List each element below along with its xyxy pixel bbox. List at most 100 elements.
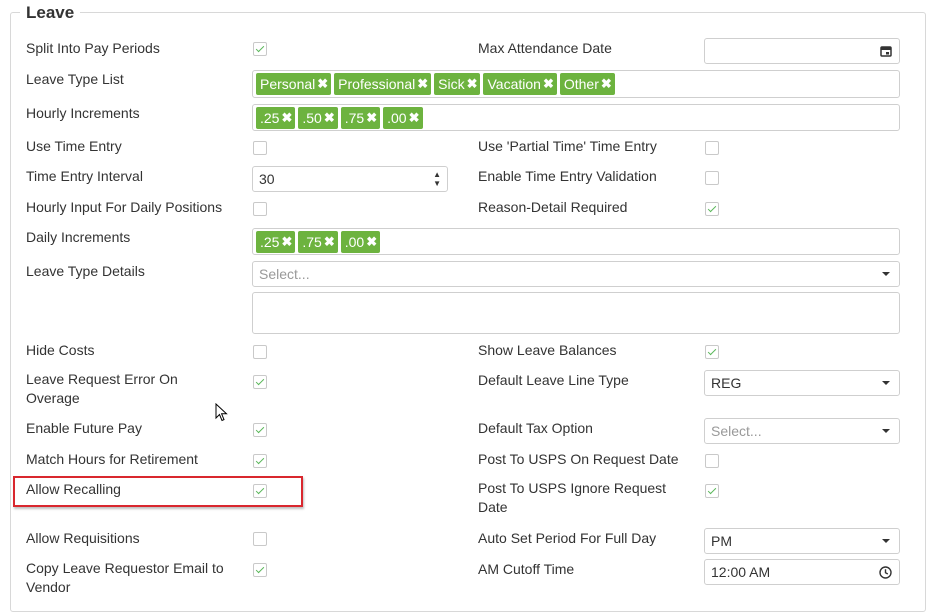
x-icon[interactable]: ✖ (409, 107, 420, 129)
post-usps-on-request-checkbox[interactable] (705, 454, 719, 468)
default-tax-option-placeholder: Select... (711, 423, 762, 439)
leave-type-tag-label: Vacation (487, 76, 541, 92)
auto-set-period-value: PM (711, 533, 732, 549)
spinner-icon[interactable]: ▲ ▼ (433, 170, 441, 188)
hide-costs-checkbox[interactable] (253, 345, 267, 359)
x-icon[interactable]: ✖ (281, 231, 292, 253)
post-usps-ignore-checkbox[interactable] (705, 484, 719, 498)
leave-type-tag-label: Sick (438, 76, 465, 92)
x-icon[interactable]: ✖ (467, 73, 478, 95)
copy-email-line2: Vendor (26, 579, 71, 595)
x-icon[interactable]: ✖ (281, 107, 292, 129)
enable-future-pay-label: Enable Future Pay (26, 420, 142, 436)
use-partial-time-label: Use 'Partial Time' Time Entry (478, 138, 657, 154)
show-leave-balances-checkbox[interactable] (705, 345, 719, 359)
leave-type-details-textarea[interactable] (252, 292, 900, 334)
highlight-box (13, 476, 303, 507)
hourly-increment-tag-label: .00 (387, 109, 407, 126)
post-usps-ignore-line2: Date (478, 499, 508, 515)
time-entry-interval-input[interactable]: 30 ▲ ▼ (252, 166, 448, 192)
leave-type-tag: Professional ✖ (334, 73, 432, 95)
x-icon[interactable]: ✖ (366, 107, 377, 129)
split-pay-periods-label: Split Into Pay Periods (26, 40, 160, 56)
default-tax-option-label: Default Tax Option (478, 420, 593, 436)
hourly-increment-tag-label: .75 (344, 109, 365, 126)
am-cutoff-time-input[interactable]: 12:00 AM (704, 559, 900, 585)
x-icon[interactable]: ✖ (324, 231, 335, 253)
caret-down-icon (882, 272, 890, 276)
max-attendance-date-input[interactable] (704, 38, 900, 64)
use-partial-time-checkbox[interactable] (705, 141, 719, 155)
daily-increments-label: Daily Increments (26, 229, 131, 245)
leave-type-tag-label: Personal (260, 76, 316, 92)
x-icon[interactable]: ✖ (601, 73, 612, 95)
caret-down-icon (882, 429, 890, 433)
max-attendance-date-label: Max Attendance Date (478, 40, 612, 56)
x-icon[interactable]: ✖ (417, 73, 428, 95)
reason-detail-label: Reason-Detail Required (478, 199, 628, 215)
default-leave-line-type-select[interactable]: REG (704, 370, 900, 396)
use-time-entry-label: Use Time Entry (26, 138, 122, 154)
leave-type-tag: Vacation ✖ (483, 73, 557, 95)
mouse-cursor-icon (215, 403, 228, 422)
hourly-increment-tag-label: .50 (302, 109, 322, 126)
hourly-increments-input[interactable]: .25 ✖ .50 ✖ .75 ✖ .00 ✖ (252, 104, 900, 131)
hourly-increment-tag: .25 ✖ (256, 106, 296, 129)
hide-costs-label: Hide Costs (26, 342, 95, 358)
leave-request-error-line2: Overage (26, 390, 80, 406)
clock-icon[interactable] (879, 566, 892, 579)
leave-request-error-label: Leave Request Error On Overage (26, 370, 178, 408)
hourly-input-daily-checkbox[interactable] (253, 202, 267, 216)
leave-type-details-placeholder: Select... (259, 266, 310, 282)
post-usps-ignore-label: Post To USPS Ignore Request Date (478, 479, 666, 517)
time-entry-interval-value: 30 (259, 171, 275, 187)
match-hours-retirement-label: Match Hours for Retirement (26, 451, 198, 467)
reason-detail-checkbox[interactable] (705, 202, 719, 216)
leave-type-list-input[interactable]: Personal ✖ Professional ✖ Sick ✖ Vacation ✖ Othe… (252, 70, 900, 98)
allow-requisitions-label: Allow Requisitions (26, 530, 140, 546)
use-time-entry-checkbox[interactable] (253, 141, 267, 155)
x-icon[interactable]: ✖ (543, 73, 554, 95)
leave-type-details-label: Leave Type Details (26, 263, 145, 279)
daily-increment-tag-label: .25 (260, 233, 280, 250)
default-tax-option-select[interactable]: Select... (704, 418, 900, 444)
auto-set-period-select[interactable]: PM (704, 528, 900, 554)
allow-requisitions-checkbox[interactable] (253, 532, 267, 546)
enable-validation-checkbox[interactable] (705, 171, 719, 185)
enable-validation-label: Enable Time Entry Validation (478, 168, 657, 184)
leave-type-details-select[interactable]: Select... (252, 261, 900, 287)
copy-email-label: Copy Leave Requestor Email to Vendor (26, 559, 224, 597)
default-leave-line-type-value: REG (711, 375, 742, 391)
hourly-increments-label: Hourly Increments (26, 105, 140, 121)
copy-email-checkbox[interactable] (253, 563, 267, 577)
copy-email-line1: Copy Leave Requestor Email to (26, 560, 224, 576)
x-icon[interactable]: ✖ (324, 107, 335, 129)
daily-increments-input[interactable]: .25 ✖ .75 ✖ .00 ✖ (252, 228, 900, 255)
default-leave-line-type-label: Default Leave Line Type (478, 372, 629, 388)
leave-type-tag: Personal ✖ (256, 73, 332, 95)
leave-request-error-checkbox[interactable] (253, 375, 267, 389)
x-icon[interactable]: ✖ (366, 231, 377, 253)
split-pay-periods-checkbox[interactable] (253, 42, 267, 56)
leave-type-tag: Other ✖ (559, 73, 615, 95)
caret-down-icon (882, 539, 890, 543)
calendar-icon[interactable] (880, 45, 892, 57)
section-title: Leave (20, 3, 81, 23)
hourly-input-daily-label: Hourly Input For Daily Positions (26, 199, 223, 215)
am-cutoff-time-value: 12:00 AM (711, 564, 771, 580)
leave-type-tag-label: Other (563, 76, 599, 92)
time-entry-interval-label: Time Entry Interval (26, 168, 143, 184)
caret-down-icon (882, 381, 890, 385)
enable-future-pay-checkbox[interactable] (253, 423, 267, 437)
hourly-increment-tag: .50 ✖ (298, 106, 338, 129)
daily-increment-tag: .00 ✖ (340, 230, 381, 253)
match-hours-retirement-checkbox[interactable] (253, 454, 267, 468)
hourly-increment-tag: .00 ✖ (383, 106, 423, 129)
am-cutoff-time-label: AM Cutoff Time (478, 561, 575, 577)
auto-set-period-label: Auto Set Period For Full Day (478, 530, 657, 546)
show-leave-balances-label: Show Leave Balances (478, 342, 617, 358)
hourly-increment-tag-label: .25 (260, 109, 280, 126)
daily-increment-tag-label: .00 (344, 233, 365, 250)
x-icon[interactable]: ✖ (317, 73, 328, 95)
hourly-increment-tag: .75 ✖ (340, 106, 381, 129)
